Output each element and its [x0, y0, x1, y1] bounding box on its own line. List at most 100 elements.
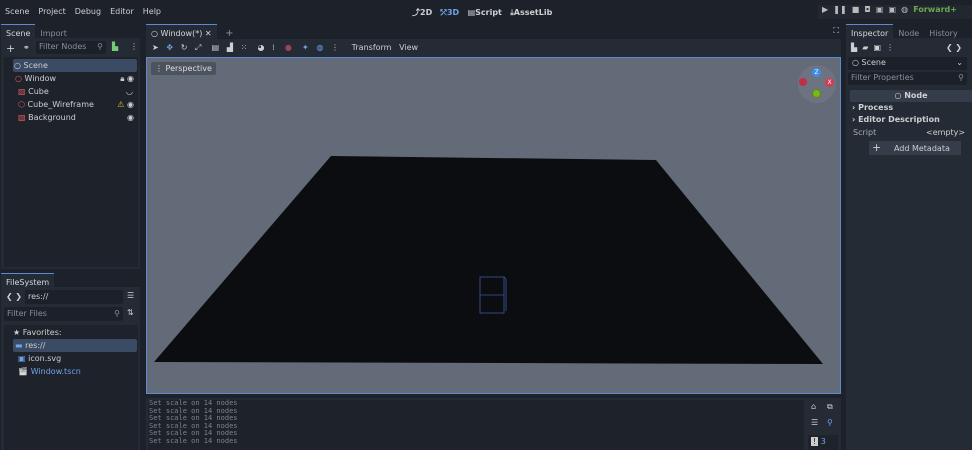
list-tool-icon[interactable]: ▤ — [212, 43, 220, 52]
play-scene-icon[interactable]: ▣ — [876, 5, 884, 14]
menu-debug[interactable]: Debug — [75, 7, 101, 16]
log-line: Set scale on 14 nodes — [149, 421, 238, 430]
menu-editor[interactable]: Editor — [110, 7, 134, 16]
tab-inspector[interactable]: Inspector — [846, 24, 894, 42]
more-icon[interactable]: ⋮ — [886, 43, 894, 52]
tab-node[interactable]: Node — [893, 25, 924, 42]
transform-menu[interactable]: Transform — [352, 43, 392, 52]
object-selector[interactable]: ○ Scene ⌄ — [848, 57, 967, 70]
pause-icon[interactable]: ❚❚ — [833, 5, 846, 14]
res-folder-item[interactable]: ▬ res:// — [13, 339, 137, 352]
perspective-menu[interactable]: ⋮ Perspective — [151, 62, 216, 75]
sort-icon[interactable]: ⇅ — [127, 308, 134, 317]
mesh-icon: ▧ — [18, 113, 26, 122]
menu-scene[interactable]: Scene — [5, 7, 29, 16]
scale-tool-icon[interactable]: ⤢ — [195, 43, 201, 52]
eye-closed-icon[interactable]: ◡ — [126, 85, 133, 98]
stop-icon[interactable]: ■ — [852, 5, 860, 14]
more-icon[interactable]: ⋮ — [130, 42, 138, 51]
tree-item-scene[interactable]: ○ Scene — [13, 59, 137, 72]
movie-icon[interactable]: ◍ — [901, 5, 908, 14]
output-log[interactable]: Set scale on 14 nodes Set scale on 14 nod… — [148, 399, 804, 450]
remote-debug-icon[interactable]: ◘ — [864, 5, 870, 14]
mode-assetlib-button[interactable]: ⤓AssetLib — [510, 8, 552, 17]
play-icon[interactable]: ▶ — [822, 5, 828, 14]
preview-icon[interactable]: ● — [285, 43, 292, 52]
menu-help[interactable]: Help — [143, 7, 161, 16]
menu-project[interactable]: Project — [38, 7, 65, 16]
eye-icon[interactable]: ◉ — [127, 100, 134, 109]
group-process[interactable]: › Process — [852, 103, 893, 112]
file-icon-svg[interactable]: ▣ icon.svg — [4, 352, 138, 365]
view-gizmo[interactable]: Z X — [798, 65, 836, 103]
group-icon[interactable]: ⁙ — [241, 43, 248, 52]
link-icon[interactable]: ⚭ — [23, 43, 30, 52]
eye-icon[interactable]: ◉ — [127, 111, 134, 124]
tree-item-window[interactable]: ○ Window 🔒︎ ◉ — [4, 72, 138, 85]
search-icon[interactable]: ⚲ — [827, 418, 833, 427]
chevron-down-icon: ⌄ — [956, 58, 963, 67]
gizmo-y[interactable] — [812, 89, 821, 98]
save-icon[interactable]: ▣ — [874, 43, 882, 52]
snap-icon[interactable]: ⁞ — [272, 43, 275, 52]
copy-icon[interactable]: ⧉ — [827, 402, 833, 412]
script-label: Script — [853, 128, 877, 137]
search-icon: ⚲ — [97, 42, 103, 51]
node-section-header: ○ Node — [850, 90, 972, 102]
tree-item-cube-wireframe[interactable]: ⬡ Cube_Wireframe ⚠ ◉ — [4, 98, 138, 111]
mode-3d-button[interactable]: ⤱3D — [441, 8, 460, 17]
rotate-tool-icon[interactable]: ↻ — [181, 43, 188, 52]
local-space-icon[interactable]: ◕ — [257, 43, 264, 52]
view-menu[interactable]: View — [399, 43, 418, 52]
node-icon: ○ — [15, 74, 22, 83]
move-tool-icon[interactable]: ✥ — [166, 43, 173, 52]
environment-icon[interactable]: ◍ — [316, 43, 323, 52]
script-value[interactable]: <empty> — [926, 128, 965, 137]
error-filter-button[interactable]: ! 3 — [808, 435, 838, 450]
tab-history[interactable]: History — [924, 25, 962, 42]
add-tab-icon[interactable]: + — [225, 28, 233, 39]
play-custom-icon[interactable]: ▣ — [888, 5, 896, 14]
filter-properties-input[interactable]: Filter Properties ⚲ — [848, 72, 967, 85]
gizmo-z[interactable]: Z — [812, 68, 821, 77]
tab-scene[interactable]: Scene — [1, 24, 36, 42]
viewport-scene — [154, 156, 823, 364]
add-node-icon[interactable]: + — [6, 42, 15, 55]
distraction-free-icon[interactable]: ⛶ — [833, 26, 839, 36]
group-editor-description[interactable]: › Editor Description — [852, 115, 940, 124]
wrap-icon[interactable]: ☰ — [811, 418, 818, 427]
log-line: Set scale on 14 nodes — [149, 436, 238, 445]
history-nav-icon[interactable]: ❮ ❯ — [946, 43, 962, 52]
file-window-tscn[interactable]: 🎬︎ Window.tscn — [4, 365, 138, 378]
3d-toolbar: ➤ ✥ ↻ ⤢ ▤ ▟ ⁙ ◕ ⁞ ● ✦ ◍ ⋮ Transform View — [146, 39, 841, 57]
renderer-label[interactable]: Forward+ — [913, 5, 957, 14]
open-folder-icon[interactable]: ▰ — [862, 43, 868, 52]
filter-files-input[interactable]: Filter Files ⚲ — [4, 307, 123, 321]
clear-icon[interactable]: ⌂ — [811, 402, 816, 411]
3d-viewport[interactable]: ⋮ Perspective Z X — [146, 57, 841, 394]
more-icon[interactable]: ⋮ — [331, 43, 339, 52]
mode-2d-button[interactable]: ⤴2D — [412, 8, 432, 17]
close-icon[interactable]: ✕ — [205, 29, 212, 38]
tab-import[interactable]: Import — [35, 25, 72, 42]
select-tool-icon[interactable]: ➤ — [152, 43, 159, 52]
sun-icon[interactable]: ✦ — [302, 43, 309, 52]
layout-toggle-icon[interactable]: ☰ — [127, 291, 134, 300]
favorites-item[interactable]: ★ Favorites: — [4, 326, 138, 339]
eye-icon[interactable]: ◉ — [127, 74, 134, 83]
tree-item-background[interactable]: ▧ Background ◉ — [4, 111, 138, 124]
path-field[interactable]: res:// — [25, 290, 123, 304]
tree-item-cube[interactable]: ▧ Cube ◡ — [4, 85, 138, 98]
tab-filesystem[interactable]: FileSystem — [1, 273, 55, 291]
lock-icon[interactable]: 🔒︎ — [120, 74, 124, 83]
script-add-icon[interactable]: ▙ — [112, 42, 118, 51]
add-metadata-button[interactable]: + Add Metadata — [869, 141, 961, 155]
mode-script-button[interactable]: ▤Script — [468, 8, 502, 17]
back-icon[interactable]: ❮ ❯ — [6, 292, 22, 301]
gizmo-x[interactable]: X — [825, 78, 834, 87]
lock-icon[interactable]: ▟ — [227, 43, 233, 52]
filter-nodes-input[interactable]: Filter Nodes ⚲ — [36, 41, 106, 54]
new-resource-icon[interactable]: ▙ — [851, 43, 857, 52]
gizmo-neg-x[interactable] — [799, 78, 807, 86]
warning-icon[interactable]: ⚠ — [117, 100, 124, 109]
